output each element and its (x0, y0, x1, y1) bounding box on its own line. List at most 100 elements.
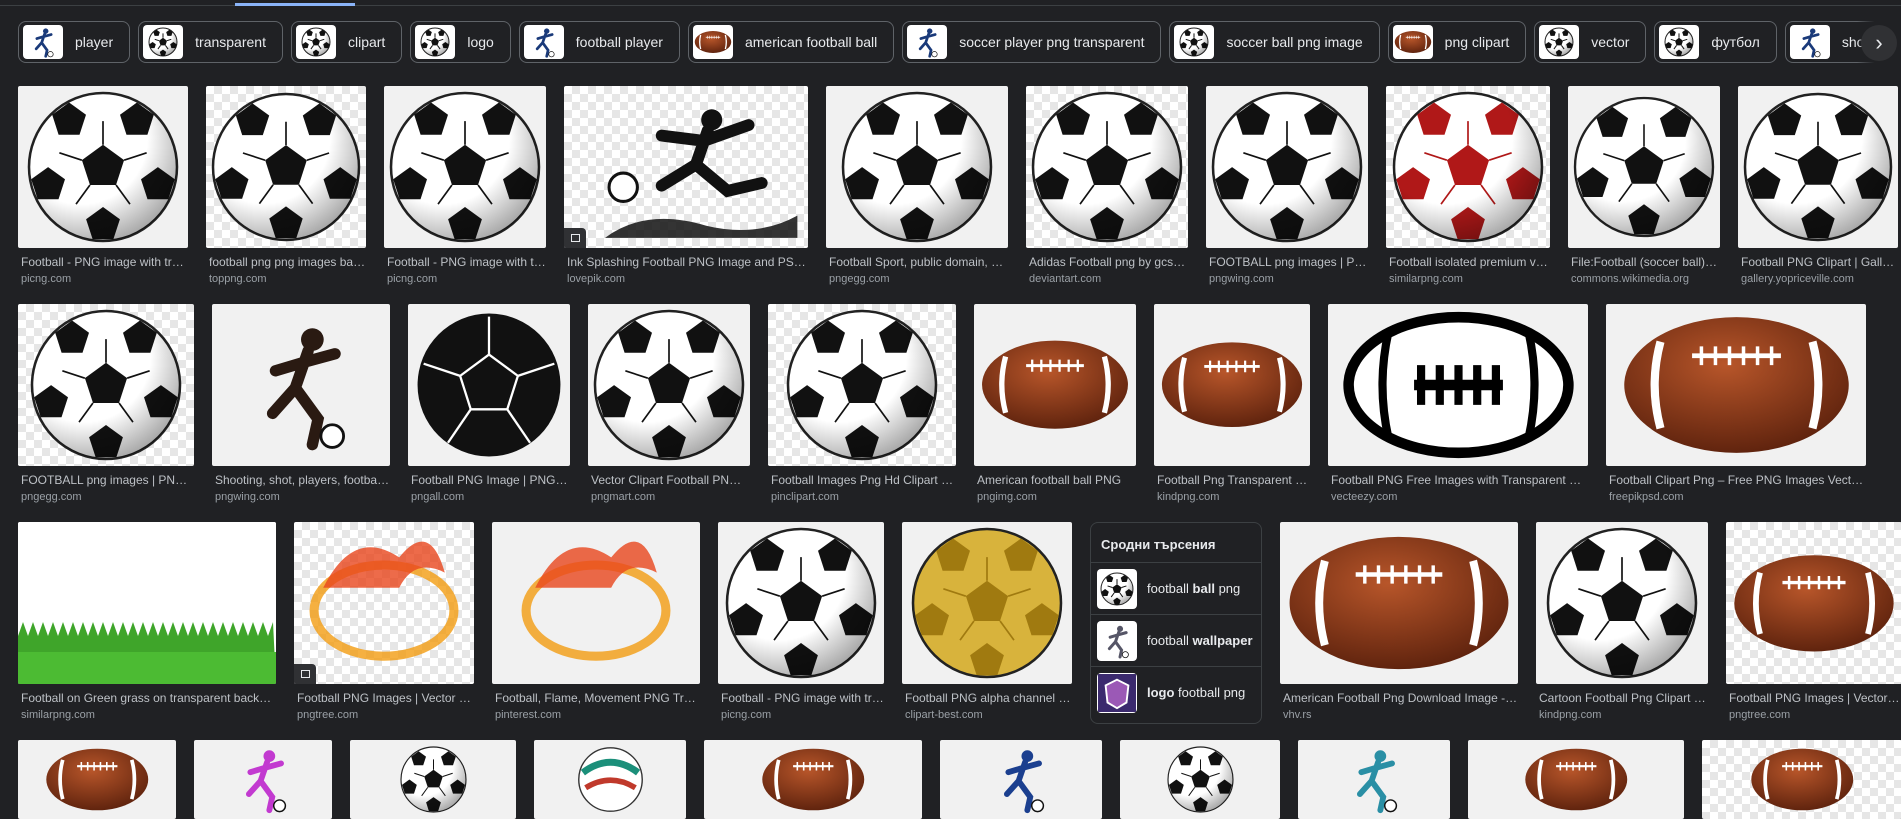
image-result[interactable]: Vector Clipart Football PNG | ... pngmart… (588, 304, 750, 503)
result-title[interactable]: American football ball PNG (974, 473, 1136, 487)
result-title[interactable]: American Football Png Download Image - A… (1280, 691, 1518, 705)
result-title[interactable]: Football isolated premium vec... (1386, 255, 1550, 269)
result-thumbnail[interactable] (1536, 522, 1708, 684)
result-thumbnail[interactable] (194, 740, 332, 819)
image-result[interactable]: File:Football (soccer ball).s... commons.… (1568, 86, 1720, 285)
image-result[interactable]: FOOTBALL png images | PNG... pngwing.com (1206, 86, 1368, 285)
result-title[interactable]: Football Clipart Png – Free PNG Images V… (1606, 473, 1866, 487)
result-thumbnail[interactable] (902, 522, 1072, 684)
related-search-item[interactable]: football ball png (1091, 562, 1261, 614)
image-result[interactable]: Football - PNG image with tran... picng.c… (718, 522, 884, 724)
image-result[interactable] (534, 740, 686, 819)
result-title[interactable]: Football Sport, public domain, whi... (826, 255, 1008, 269)
result-title[interactable]: Ink Splashing Football PNG Image and PSD… (564, 255, 808, 269)
chip-3[interactable]: logo (410, 21, 511, 63)
image-result[interactable]: Football PNG Images | Vector an... pngtre… (294, 522, 474, 724)
image-result[interactable]: Football Png Transparent Ba... kindpng.co… (1154, 304, 1310, 503)
result-thumbnail[interactable] (350, 740, 516, 819)
image-result[interactable]: Football - PNG image with tran... picng.c… (18, 86, 188, 285)
image-result[interactable]: Ink Splashing Football PNG Image and PSD… (564, 86, 808, 285)
chip-7[interactable]: soccer ball png image (1169, 21, 1380, 63)
result-title[interactable]: Football PNG Image | PNG All (408, 473, 570, 487)
result-thumbnail[interactable] (18, 86, 188, 248)
result-title[interactable]: File:Football (soccer ball).s... (1568, 255, 1720, 269)
result-thumbnail[interactable] (564, 86, 808, 248)
chip-8[interactable]: png clipart (1387, 21, 1527, 63)
image-result[interactable] (350, 740, 516, 819)
image-result[interactable] (194, 740, 332, 819)
image-result[interactable]: Football isolated premium vec... similarp… (1386, 86, 1550, 285)
result-title[interactable]: football png png images bac... (206, 255, 366, 269)
result-title[interactable]: Vector Clipart Football PNG | ... (588, 473, 750, 487)
result-thumbnail[interactable] (974, 304, 1136, 466)
result-thumbnail[interactable] (1154, 304, 1310, 466)
result-title[interactable]: Football PNG alpha channel cli... (902, 691, 1072, 705)
result-title[interactable]: FOOTBALL png images | PNGEgg (18, 473, 194, 487)
result-title[interactable]: Football, Flame, Movement PNG Trans... (492, 691, 700, 705)
result-thumbnail[interactable] (940, 740, 1102, 819)
chip-2[interactable]: clipart (290, 21, 403, 63)
chip-4[interactable]: football player (518, 21, 680, 63)
result-thumbnail[interactable] (18, 740, 176, 819)
chip-5[interactable]: american football ball (687, 21, 895, 63)
image-result[interactable]: Football - PNG image with tra... picng.co… (384, 86, 546, 285)
image-result[interactable]: American Football Png Download Image - A… (1280, 522, 1518, 724)
image-result[interactable] (1468, 740, 1684, 819)
image-result[interactable]: football png png images bac... toppng.com (206, 86, 366, 285)
result-title[interactable]: Football Images Png Hd Clipart (#... (768, 473, 956, 487)
image-result[interactable] (18, 740, 176, 819)
result-thumbnail[interactable] (1568, 86, 1720, 248)
result-thumbnail[interactable] (704, 740, 922, 819)
result-thumbnail[interactable] (1280, 522, 1518, 684)
result-thumbnail[interactable] (1386, 86, 1550, 248)
image-result[interactable]: FOOTBALL png images | PNGEgg pngegg.com (18, 304, 194, 503)
image-result[interactable]: Adidas Football png by gcseri... devianta… (1026, 86, 1188, 285)
result-thumbnail[interactable] (588, 304, 750, 466)
result-thumbnail[interactable] (294, 522, 474, 684)
image-result[interactable]: Football PNG Clipart | Galler... gallery.… (1738, 86, 1898, 285)
result-thumbnail[interactable] (1206, 86, 1368, 248)
result-title[interactable]: Football - PNG image with tran... (718, 691, 884, 705)
image-result[interactable]: Football Sport, public domain, whi... png… (826, 86, 1008, 285)
result-thumbnail[interactable] (1702, 740, 1901, 819)
result-title[interactable]: Football PNG Clipart | Galler... (1738, 255, 1898, 269)
image-result[interactable]: Football PNG Free Images with Transparen… (1328, 304, 1588, 503)
image-result[interactable]: Football Images Png Hd Clipart (#... pinc… (768, 304, 956, 503)
result-thumbnail[interactable] (18, 304, 194, 466)
result-thumbnail[interactable] (1328, 304, 1588, 466)
result-thumbnail[interactable] (18, 522, 276, 684)
result-title[interactable]: Cartoon Football Png Clipart Li... (1536, 691, 1708, 705)
result-thumbnail[interactable] (1726, 522, 1901, 684)
result-title[interactable]: Football on Green grass on transparent b… (18, 691, 276, 705)
chip-9[interactable]: vector (1534, 21, 1647, 63)
result-thumbnail[interactable] (1606, 304, 1866, 466)
result-thumbnail[interactable] (384, 86, 546, 248)
result-thumbnail[interactable] (768, 304, 956, 466)
image-result[interactable]: American football ball PNG pngimg.com (974, 304, 1136, 503)
result-thumbnail[interactable] (212, 304, 390, 466)
result-title[interactable]: Football PNG Images | Vector a... (1726, 691, 1901, 705)
chip-0[interactable]: player (18, 21, 131, 63)
image-result[interactable]: Football PNG Images | Vector a... pngtree… (1726, 522, 1901, 724)
image-result[interactable] (704, 740, 922, 819)
result-title[interactable]: Shooting, shot, players, football p... (212, 473, 390, 487)
chips-scroll-right[interactable]: › (1857, 20, 1901, 66)
related-search-item[interactable]: logo football png (1091, 666, 1261, 718)
chip-6[interactable]: soccer player png transparent (902, 21, 1162, 63)
image-result[interactable]: Football Clipart Png – Free PNG Images V… (1606, 304, 1866, 503)
result-thumbnail[interactable] (534, 740, 686, 819)
result-thumbnail[interactable] (718, 522, 884, 684)
image-result[interactable]: Football, Flame, Movement PNG Trans... pi… (492, 522, 700, 724)
result-title[interactable]: Football PNG Free Images with Transparen… (1328, 473, 1588, 487)
image-result[interactable]: Cartoon Football Png Clipart Li... kindpn… (1536, 522, 1708, 724)
result-title[interactable]: Football Png Transparent Ba... (1154, 473, 1310, 487)
chip-10[interactable]: футбол (1654, 21, 1777, 63)
result-thumbnail[interactable] (1468, 740, 1684, 819)
chip-1[interactable]: transparent (138, 21, 283, 63)
result-thumbnail[interactable] (408, 304, 570, 466)
image-result[interactable]: Football PNG Image | PNG All pngall.com (408, 304, 570, 503)
result-thumbnail[interactable] (1738, 86, 1898, 248)
image-result[interactable] (1120, 740, 1280, 819)
result-title[interactable]: Adidas Football png by gcseri... (1026, 255, 1188, 269)
result-thumbnail[interactable] (492, 522, 700, 684)
